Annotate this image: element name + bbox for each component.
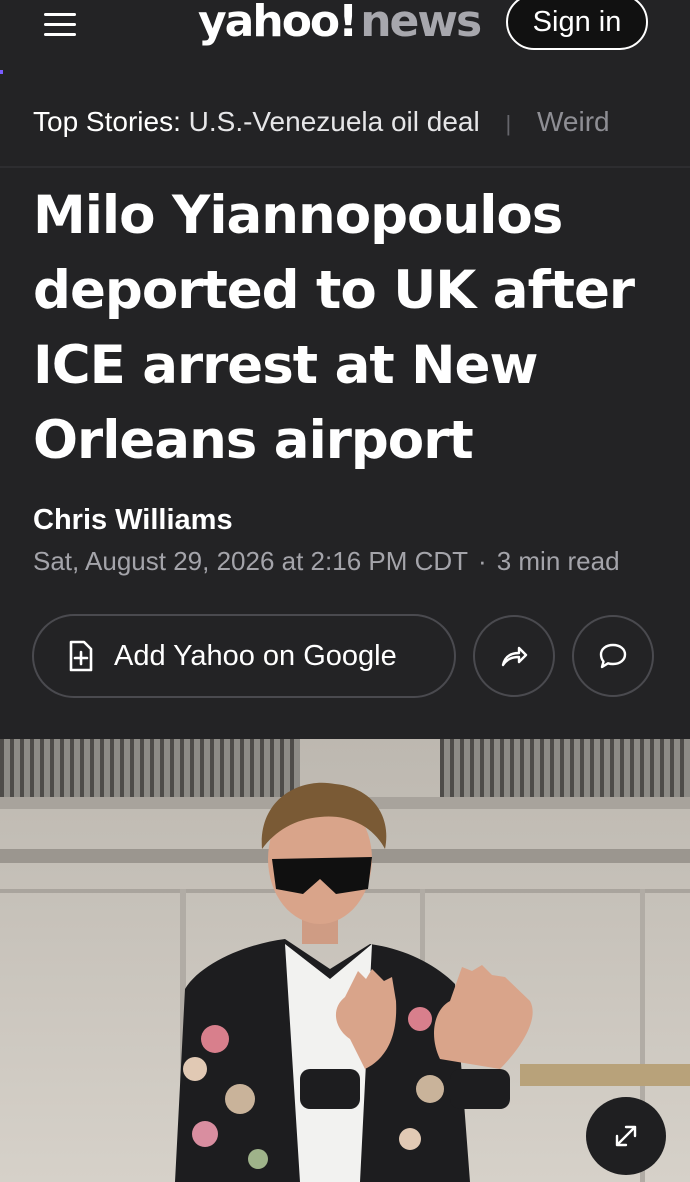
top-stories-ticker: Top Stories: U.S.-Venezuela oil deal | W… — [33, 100, 690, 144]
top-nav-bar: yahoo! news Sign in — [0, 0, 690, 68]
share-arrow-icon — [501, 646, 528, 667]
accent-marker — [0, 70, 3, 74]
hamburger-menu-icon[interactable] — [44, 10, 76, 38]
comments-button[interactable] — [572, 615, 654, 697]
add-document-icon — [69, 640, 93, 672]
expand-photo-button[interactable] — [586, 1097, 666, 1175]
sign-in-button[interactable]: Sign in — [506, 0, 648, 50]
share-button[interactable] — [473, 615, 555, 697]
section-divider — [0, 166, 690, 168]
meta-separator: · — [478, 546, 487, 576]
read-time: 3 min read — [496, 546, 620, 576]
expand-arrows-icon — [615, 1125, 637, 1147]
article-headline: Milo Yiannopoulos deported to UK after I… — [33, 185, 635, 471]
top-story-link[interactable]: Weird — [537, 106, 610, 137]
article-author[interactable]: Chris Williams — [33, 504, 233, 537]
article-meta: Sat, August 29, 2026 at 2:16 PM CDT · 3 mi… — [33, 546, 620, 577]
logo-yahoo-text: yahoo! — [198, 0, 358, 47]
article-photo-image — [0, 739, 690, 1182]
ticker-separator: | — [505, 111, 512, 136]
top-story-link[interactable]: U.S.-Venezuela oil deal — [189, 106, 480, 137]
add-google-label: Add Yahoo on Google — [114, 639, 397, 672]
article-hero-photo[interactable] — [0, 739, 690, 1182]
yahoo-news-logo[interactable]: yahoo! news — [198, 0, 482, 52]
article-actions: Add Yahoo on Google — [32, 614, 656, 700]
comment-bubble-icon — [599, 643, 627, 669]
add-yahoo-on-google-button[interactable]: Add Yahoo on Google — [32, 614, 456, 698]
top-stories-label: Top Stories: — [33, 106, 181, 137]
logo-news-text: news — [360, 0, 482, 47]
publish-date: Sat, August 29, 2026 at 2:16 PM CDT — [33, 546, 469, 576]
